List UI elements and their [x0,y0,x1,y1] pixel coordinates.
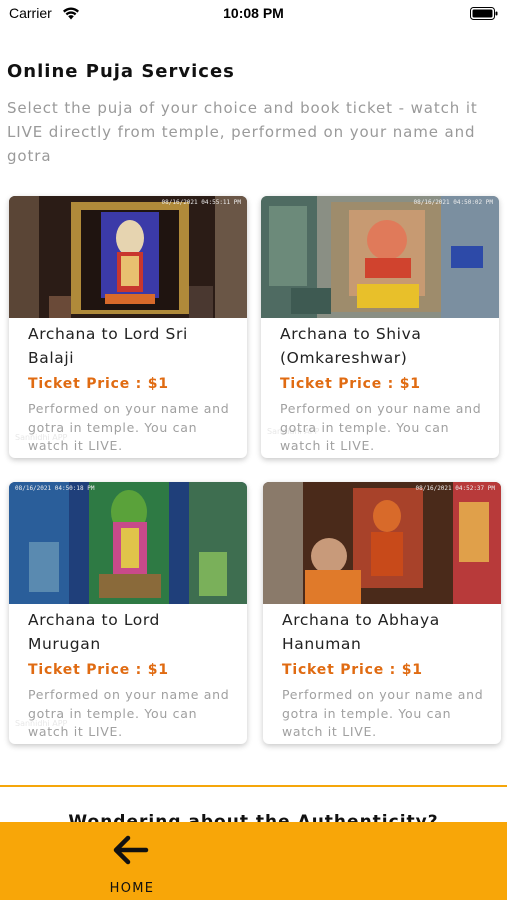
card-description: Performed on your name and gotra in temp… [282,687,484,739]
puja-card-murugan[interactable]: 08/16/2021 04:50:18 PM Sannidhi APP Arch… [9,482,247,744]
page-subtitle: Select the puja of your choice and book … [7,99,478,165]
bottom-bar: HOME [0,822,507,900]
status-time: 10:08 PM [223,5,284,21]
camera-timestamp: 08/16/2021 04:50:18 PM [15,485,95,492]
card-price: Ticket Price : $1 [28,376,169,392]
puja-card-balaji[interactable]: 08/16/2021 04:55:11 PM Sannidhi APP Arch… [9,196,247,458]
puja-card-hanuman[interactable]: 08/16/2021 04:52:37 PM Archana to Abhaya… [263,482,501,744]
home-button[interactable]: HOME [98,832,166,896]
section-divider [0,785,507,787]
battery-icon [470,7,498,20]
card-title: Archana to Abhaya Hanuman [282,611,440,653]
temple-live-image [263,482,501,604]
screen: Carrier 10:08 PM Online Puja Services Se… [0,0,507,900]
card-title: Archana to Lord Murugan [28,611,161,653]
card-description: Performed on your name and gotra in temp… [280,401,482,453]
camera-timestamp: 08/16/2021 04:52:37 PM [415,485,495,492]
card-description: Performed on your name and gotra in temp… [28,687,230,739]
card-price: Ticket Price : $1 [282,662,423,678]
card-price: Ticket Price : $1 [28,662,169,678]
arrow-left-icon [113,835,149,865]
card-title: Archana to Shiva (Omkareshwar) [280,325,422,367]
puja-card-shiva[interactable]: 08/16/2021 04:50:02 PM Sannidhi APP Arch… [261,196,499,458]
camera-timestamp: 08/16/2021 04:55:11 PM [161,199,241,206]
home-label: HOME [109,881,155,896]
camera-timestamp: 08/16/2021 04:50:02 PM [413,199,493,206]
temple-live-image [9,482,247,604]
page-title: Online Puja Services [7,61,235,82]
status-bar: Carrier 10:08 PM [0,0,507,30]
card-title: Archana to Lord Sri Balaji [28,325,188,367]
temple-live-image [9,196,247,318]
temple-live-image [261,196,499,318]
card-description: Performed on your name and gotra in temp… [28,401,230,453]
card-price: Ticket Price : $1 [280,376,421,392]
